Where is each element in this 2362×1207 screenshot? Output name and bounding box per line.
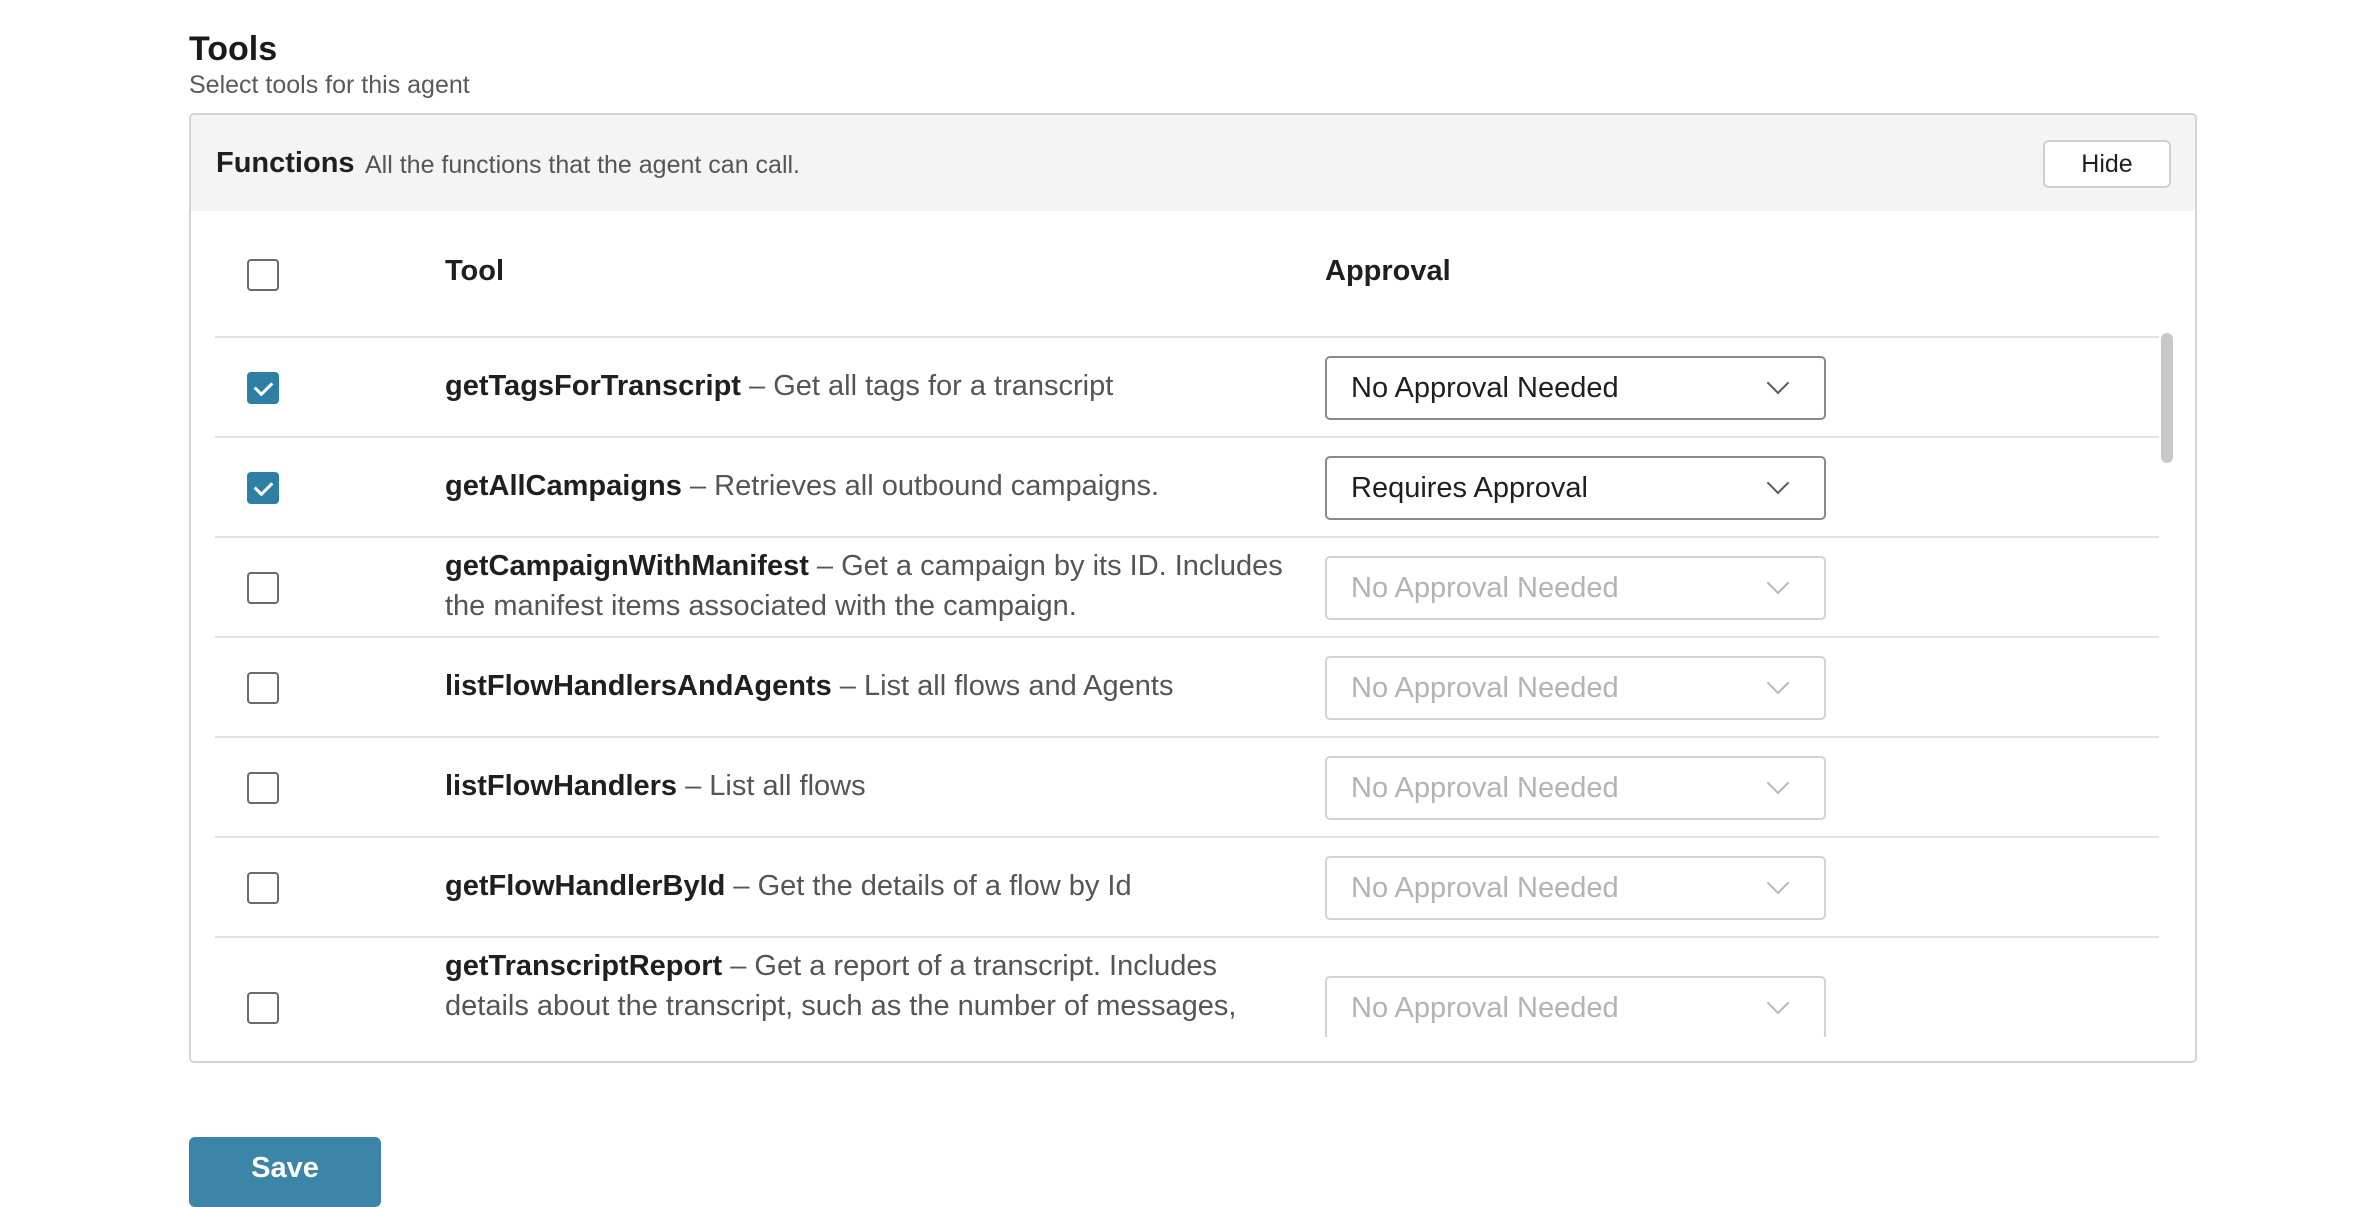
approval-select-value: No Approval Needed: [1351, 672, 1619, 704]
tool-name: getCampaignWithManifest: [445, 550, 809, 582]
tool-name: listFlowHandlersAndAgents: [445, 670, 832, 702]
table-row: getTranscriptReport – Get a report of a …: [215, 938, 2159, 1037]
tool-checkbox[interactable]: [247, 672, 279, 704]
tool-text: listFlowHandlersAndAgents – List all flo…: [445, 666, 1305, 706]
tool-text: getTagsForTranscript – Get all tags for …: [445, 366, 1305, 406]
tool-name: getTagsForTranscript: [445, 370, 741, 402]
chevron-down-icon: [1766, 771, 1790, 795]
approval-select[interactable]: Requires Approval: [1325, 456, 1826, 520]
approval-select-value: Requires Approval: [1351, 472, 1588, 504]
tool-description: – Get the details of a flow by Id: [733, 870, 1132, 902]
tool-text: getCampaignWithManifest – Get a campaign…: [445, 546, 1305, 626]
tool-description: – List all flows: [685, 770, 866, 802]
approval-select: No Approval Needed: [1325, 556, 1826, 620]
tool-checkbox[interactable]: [247, 872, 279, 904]
functions-panel-header: Functions All the functions that the age…: [191, 115, 2195, 211]
approval-select-value: No Approval Needed: [1351, 872, 1619, 904]
chevron-down-icon: [1766, 991, 1790, 1015]
table-row: listFlowHandlersAndAgents – List all flo…: [215, 638, 2159, 738]
tool-checkbox[interactable]: [247, 372, 279, 404]
functions-panel-title: Functions: [216, 147, 355, 179]
approval-select-value: No Approval Needed: [1351, 372, 1619, 404]
table-scrollbar[interactable]: [2161, 333, 2173, 463]
tool-column-header: Tool: [445, 255, 505, 287]
functions-panel-description: All the functions that the agent can cal…: [365, 151, 800, 179]
chevron-down-icon: [1766, 471, 1790, 495]
approval-select-value: No Approval Needed: [1351, 772, 1619, 804]
table-row: getTagsForTranscript – Get all tags for …: [215, 338, 2159, 438]
approval-select-value: No Approval Needed: [1351, 992, 1619, 1024]
tool-text: getTranscriptReport – Get a report of a …: [445, 946, 1305, 1026]
chevron-down-icon: [1766, 371, 1790, 395]
approval-column-header: Approval: [1325, 255, 1451, 287]
tool-checkbox[interactable]: [247, 992, 279, 1024]
tool-description: – Retrieves all outbound campaigns.: [689, 470, 1160, 502]
table-row: getFlowHandlerById – Get the details of …: [215, 838, 2159, 938]
tools-section-title: Tools: [189, 30, 278, 68]
chevron-down-icon: [1766, 671, 1790, 695]
tool-description: – List all flows and Agents: [839, 670, 1174, 702]
functions-panel: Functions All the functions that the age…: [189, 113, 2197, 1063]
chevron-down-icon: [1766, 571, 1790, 595]
tool-text: getAllCampaigns – Retrieves all outbound…: [445, 466, 1305, 506]
chevron-down-icon: [1766, 871, 1790, 895]
tool-text: listFlowHandlers – List all flows: [445, 766, 1305, 806]
approval-select: No Approval Needed: [1325, 976, 1826, 1037]
tool-checkbox[interactable]: [247, 472, 279, 504]
tool-checkbox[interactable]: [247, 572, 279, 604]
hide-button[interactable]: Hide: [2043, 140, 2171, 188]
table-row: getCampaignWithManifest – Get a campaign…: [215, 538, 2159, 638]
tool-name: getTranscriptReport: [445, 950, 723, 982]
approval-select: No Approval Needed: [1325, 756, 1826, 820]
save-button[interactable]: Save: [189, 1137, 381, 1207]
approval-select: No Approval Needed: [1325, 656, 1826, 720]
tools-section-subtitle: Select tools for this agent: [189, 71, 470, 99]
tool-text: getFlowHandlerById – Get the details of …: [445, 866, 1305, 906]
approval-select[interactable]: No Approval Needed: [1325, 356, 1826, 420]
approval-select-value: No Approval Needed: [1351, 572, 1619, 604]
tool-name: getAllCampaigns: [445, 470, 682, 502]
tool-name: getFlowHandlerById: [445, 870, 726, 902]
table-header-row: Tool Approval: [215, 211, 2159, 338]
table-row: getAllCampaigns – Retrieves all outbound…: [215, 438, 2159, 538]
table-row: listFlowHandlers – List all flows No Appr…: [215, 738, 2159, 838]
approval-select: No Approval Needed: [1325, 856, 1826, 920]
tool-checkbox[interactable]: [247, 772, 279, 804]
tool-description: – Get all tags for a transcript: [749, 370, 1114, 402]
functions-table[interactable]: Tool Approval getTagsForTranscript – Get…: [191, 211, 2195, 1037]
select-all-checkbox[interactable]: [247, 259, 279, 291]
tool-name: listFlowHandlers: [445, 770, 678, 802]
